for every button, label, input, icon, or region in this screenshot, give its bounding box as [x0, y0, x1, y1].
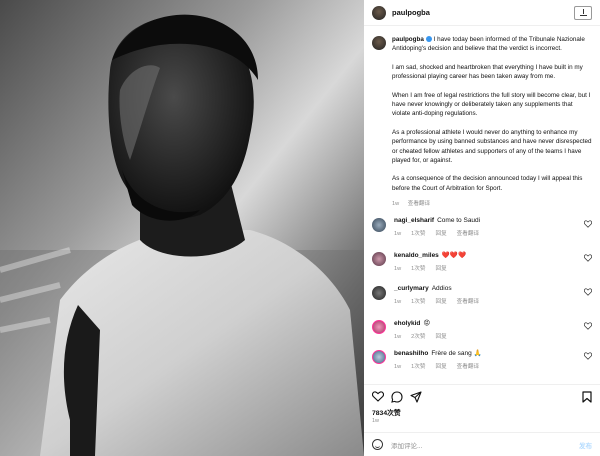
comment-like-heart-icon[interactable] [584, 254, 592, 262]
caption-paragraph-3: When I am free of legal restrictions the… [392, 91, 591, 118]
post-header: paulpogba [364, 0, 600, 26]
comment-likes[interactable]: 1次赞 [411, 231, 425, 237]
comment-reply-button[interactable]: 回复 [435, 231, 446, 237]
comment-username[interactable]: _curlymary [394, 285, 429, 292]
emoji-icon[interactable] [372, 439, 383, 450]
like-heart-icon[interactable] [372, 391, 384, 402]
commenter-avatar[interactable] [372, 286, 386, 300]
commenter-avatar[interactable] [372, 218, 386, 232]
comment-text: 😡 [423, 320, 431, 327]
comment-time: 1w [394, 231, 402, 237]
comment-likes[interactable]: 2次赞 [411, 334, 425, 340]
comment-likes[interactable]: 1次赞 [411, 299, 425, 305]
caption-paragraph-5: As a consequence of the decision announc… [392, 175, 583, 192]
post-comment-button[interactable]: 发布 [579, 440, 592, 450]
commenter-avatar[interactable] [372, 252, 386, 266]
caption-translate-link[interactable]: 查看翻译 [408, 201, 430, 207]
share-send-icon[interactable] [410, 391, 422, 403]
post-caption: paulpogba I have today been informed of … [364, 27, 600, 210]
comment-reply-button[interactable]: 回复 [435, 334, 446, 340]
comment-reply-button[interactable]: 回复 [435, 266, 446, 272]
comment-reply-button[interactable]: 回复 [435, 299, 446, 305]
add-comment-bar: 添加评论... 发布 [364, 432, 600, 456]
download-icon[interactable] [574, 5, 592, 20]
author-username[interactable]: paulpogba [392, 8, 430, 17]
post-date: 1w [372, 418, 380, 424]
comment-translate-link[interactable]: 查看翻译 [457, 364, 479, 370]
comment-likes[interactable]: 1次赞 [411, 266, 425, 272]
comment-time: 1w [394, 334, 402, 340]
comment-like-heart-icon[interactable] [584, 352, 592, 360]
caption-username[interactable]: paulpogba [392, 36, 424, 43]
verified-badge-icon [425, 35, 432, 42]
comment-username[interactable]: nagi_elsharif [394, 217, 434, 224]
comment-time: 1w [394, 299, 402, 305]
comment-text: Come to Saudi [437, 217, 481, 224]
comment-item: _curlymary Addios 1w 1次赞 回复 查看翻译 [364, 285, 600, 305]
caption-avatar[interactable] [372, 36, 386, 50]
comment-username[interactable]: kenaldo_miles [394, 252, 439, 259]
comment-time: 1w [394, 266, 402, 272]
comment-input[interactable]: 添加评论... [391, 440, 422, 450]
comment-username[interactable]: benashilho [394, 350, 428, 357]
comment-text: Frère de sang 🙏 [431, 350, 482, 357]
comment-like-heart-icon[interactable] [584, 220, 592, 228]
comment-like-heart-icon[interactable] [584, 288, 592, 296]
comment-reply-button[interactable]: 回复 [435, 364, 446, 370]
commenter-avatar[interactable] [372, 350, 386, 364]
caption-paragraph-2: I am sad, shocked and heartbroken that e… [392, 63, 583, 81]
post-detail-panel: paulpogba paulpogba I have today been in… [364, 0, 600, 456]
portrait-image [0, 0, 364, 456]
comment-item: nagi_elsharif Come to Saudi 1w 1次赞 回复 查看翻译 [364, 217, 600, 237]
comment-item: kenaldo_miles ❤️❤️❤️ 1w 1次赞 回复 [364, 251, 600, 272]
caption-time: 1w [392, 201, 400, 208]
comment-time: 1w [394, 364, 402, 370]
author-avatar[interactable] [372, 5, 386, 20]
comment-translate-link[interactable]: 查看翻译 [457, 231, 479, 237]
comment-text: ❤️❤️❤️ [441, 252, 467, 259]
comment-item: eholykid 😡 1w 2次赞 回复 [364, 319, 600, 340]
post-photo [0, 0, 364, 456]
save-bookmark-icon[interactable] [582, 391, 592, 403]
comment-text: Addios [431, 285, 452, 292]
comment-username[interactable]: eholykid [394, 320, 420, 327]
comment-likes[interactable]: 1次赞 [411, 364, 425, 370]
likes-count[interactable]: 7834次赞 [372, 407, 401, 417]
comments-scroll[interactable]: paulpogba I have today been informed of … [364, 27, 600, 380]
post-actions-bar [364, 384, 600, 404]
comment-item: benashilho Frère de sang 🙏 1w 1次赞 回复 查看翻译 [364, 349, 600, 370]
commenter-avatar[interactable] [372, 320, 386, 334]
comment-like-heart-icon[interactable] [584, 322, 592, 330]
comment-bubble-icon[interactable] [391, 391, 403, 403]
comment-translate-link[interactable]: 查看翻译 [457, 299, 479, 305]
caption-paragraph-4: As a professional athlete I would never … [392, 128, 592, 165]
